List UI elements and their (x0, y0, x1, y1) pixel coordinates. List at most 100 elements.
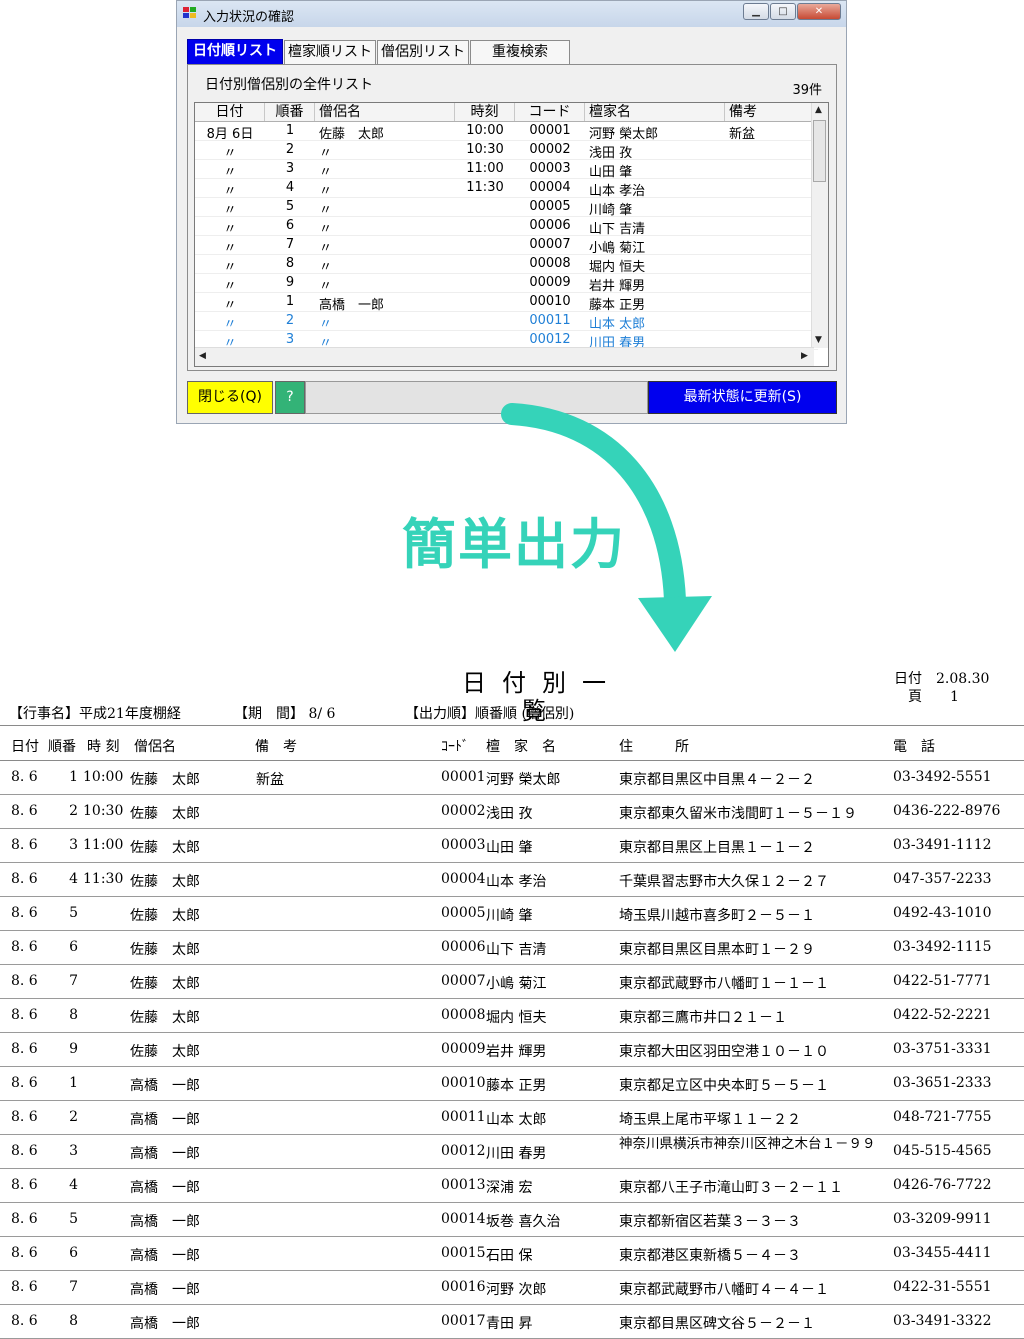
report-cell-code: 00009 (441, 1041, 486, 1057)
table-row[interactable]: 〃 9 〃 00009 岩井 輝男 (195, 274, 818, 294)
report-period: 【期 間】 8/ 6 (234, 706, 336, 722)
report-cell-date: 8. 6 (11, 1177, 38, 1193)
report-row: 8. 6 4 高橋 一郎 00013 深浦 宏 東京都八王子市滝山町３－２－１１ 0426-… (0, 1169, 1024, 1203)
horizontal-scrollbar[interactable]: ◀ ▶ (195, 347, 814, 366)
cell-name: 小嶋 菊江 (589, 241, 646, 256)
table-row[interactable]: 〃 3 〃 11:00 00003 山田 肇 (195, 160, 818, 180)
scroll-up-icon[interactable]: ▲ (815, 105, 822, 115)
table-row[interactable]: 〃 7 〃 00007 小嶋 菊江 (195, 236, 818, 256)
report-order: 【出力順】順番順 (僧侶別) (405, 706, 575, 722)
record-grid[interactable]: 日付 順番 僧侶名 時刻 コード 檀家名 備考 8月 6日 1 佐藤 太郎 10:00… (194, 102, 829, 367)
report-cell-name: 浅田 孜 (486, 806, 533, 822)
report-cell-date: 8. 6 (11, 1075, 38, 1091)
help-button[interactable]: ? (275, 381, 305, 414)
status-check-window: 入力状況の確認 ▁ □ ✕ 日付順リスト 檀家順リスト 僧侶別リスト 重複検索 … (176, 0, 847, 424)
col-code[interactable]: コード (515, 103, 585, 121)
report-cell-phone: 0422-31-5551 (893, 1279, 992, 1295)
col-time[interactable]: 時刻 (455, 103, 515, 121)
report-cell-code: 00012 (441, 1143, 486, 1159)
close-button[interactable]: 閉じる(Q) (187, 381, 273, 414)
scroll-left-icon[interactable]: ◀ (199, 351, 206, 361)
report-cell-priest: 佐藤 太郎 (130, 1010, 200, 1026)
table-row[interactable]: 〃 1 高橋 一郎 00010 藤本 正男 (195, 293, 818, 313)
report-cell-seq: 2 (69, 1109, 78, 1125)
report-cell-date: 8. 6 (11, 1245, 38, 1261)
cell-code: 00010 (529, 294, 571, 309)
tab-duplicate-search[interactable]: 重複検索 (470, 40, 570, 64)
report-cell-code: 00005 (441, 905, 486, 921)
scroll-down-icon[interactable]: ▼ (815, 335, 822, 345)
report-cell-time: 11:00 (83, 837, 124, 853)
report-cell-phone: 03-3751-3331 (893, 1041, 992, 1057)
report-cell-address: 東京都足立区中央本町５－５－１ (619, 1078, 829, 1094)
report-row: 8. 6 4 11:30 佐藤 太郎 00004 山本 孝治 千葉県習志野市大久保１２－２７… (0, 863, 1024, 897)
report-cell-code: 00013 (441, 1177, 486, 1193)
close-icon[interactable]: ✕ (797, 3, 841, 20)
cell-name: 堀内 恒夫 (589, 260, 646, 275)
report-row: 8. 6 2 10:30 佐藤 太郎 00002 浅田 孜 東京都東久留米市浅間町１－５－１… (0, 795, 1024, 829)
vertical-scrollbar[interactable]: ▲ ▼ (811, 103, 828, 348)
cell-name: 山田 肇 (589, 165, 633, 180)
cell-code: 00007 (529, 237, 571, 252)
col-priest[interactable]: 僧侶名 (315, 103, 455, 121)
report-cell-seq: 6 (69, 1245, 78, 1261)
report-cell-code: 00016 (441, 1279, 486, 1295)
cell-date: 〃 (223, 279, 237, 294)
report-cell-address: 東京都目黒区中目黒４－２－２ (619, 772, 815, 788)
scroll-thumb[interactable] (813, 120, 826, 182)
cell-code: 00012 (529, 332, 571, 347)
cell-time: 10:00 (466, 123, 504, 138)
cell-priest: 高橋 一郎 (319, 298, 385, 313)
table-row[interactable]: 〃 8 〃 00008 堀内 恒夫 (195, 255, 818, 275)
col-seq[interactable]: 順番 (265, 103, 315, 121)
table-row[interactable]: 〃 2 〃 00011 山本 太郎 (195, 312, 818, 332)
cell-seq: 3 (285, 161, 295, 176)
table-row[interactable]: 8月 6日 1 佐藤 太郎 10:00 00001 河野 榮太郎 新盆 (195, 122, 818, 142)
report-cell-name: 青田 昇 (486, 1316, 533, 1332)
report-row: 8. 6 5 高橋 一郎 00014 坂巻 喜久治 東京都新宿区若葉３－３－３ 03-320… (0, 1203, 1024, 1237)
scroll-right-icon[interactable]: ▶ (801, 351, 808, 361)
report-cell-address: 東京都目黒区碑文谷５－２－１ (619, 1316, 815, 1332)
report-cell-seq: 7 (69, 1279, 78, 1295)
tab-date-list[interactable]: 日付順リスト (187, 39, 283, 65)
report-cell-address: 東京都三鷹市井口２１－１ (619, 1010, 787, 1026)
table-row[interactable]: 〃 6 〃 00006 山下 吉清 (195, 217, 818, 237)
col-note[interactable]: 備考 (725, 103, 818, 121)
report-cell-seq: 4 (69, 1177, 78, 1193)
cell-name: 浅田 孜 (589, 146, 633, 161)
table-row[interactable]: 〃 2 〃 10:30 00002 浅田 孜 (195, 141, 818, 161)
col-danka[interactable]: 檀家名 (585, 103, 725, 121)
report-cell-date: 8. 6 (11, 1143, 38, 1159)
report-row: 8. 6 8 高橋 一郎 00017 青田 昇 東京都目黒区碑文谷５－２－１ 03-3491… (0, 1305, 1024, 1339)
minimize-icon[interactable]: ▁ (743, 3, 769, 20)
report-cell-phone: 047-357-2233 (893, 871, 992, 887)
maximize-icon[interactable]: □ (770, 3, 796, 20)
cell-date: 〃 (223, 222, 237, 237)
tab-priest-list[interactable]: 僧侶別リスト (377, 40, 469, 64)
report-cell-phone: 0422-51-7771 (893, 973, 992, 989)
report-cell-phone: 03-3491-1112 (893, 837, 992, 853)
cell-seq: 2 (285, 142, 295, 157)
cell-seq: 5 (285, 199, 295, 214)
report-cell-name: 小嶋 菊江 (486, 976, 547, 992)
table-row[interactable]: 〃 4 〃 11:30 00004 山本 孝治 (195, 179, 818, 199)
report-cell-code: 00007 (441, 973, 486, 989)
report-cell-code: 00017 (441, 1313, 486, 1329)
cell-time: 11:30 (466, 180, 504, 195)
cell-code: 00009 (529, 275, 571, 290)
report-cell-name: 河野 次郎 (486, 1282, 547, 1298)
cell-date: 〃 (223, 184, 237, 199)
report-event: 【行事名】平成21年度棚経 (9, 706, 181, 722)
tab-danka-list[interactable]: 檀家順リスト (284, 40, 376, 64)
cell-priest: 〃 (319, 279, 333, 294)
cell-code: 00004 (529, 180, 571, 195)
col-date[interactable]: 日付 (195, 103, 265, 121)
report-cell-date: 8. 6 (11, 939, 38, 955)
report-cell-date: 8. 6 (11, 1007, 38, 1023)
table-row[interactable]: 〃 5 〃 00005 川崎 肇 (195, 198, 818, 218)
report-cell-phone: 03-3492-1115 (893, 939, 992, 955)
cell-name: 岩井 輝男 (589, 279, 646, 294)
report-cell-seq: 3 (69, 837, 78, 853)
report-cell-date: 8. 6 (11, 1313, 38, 1329)
report-cell-address: 東京都新宿区若葉３－３－３ (619, 1214, 801, 1230)
